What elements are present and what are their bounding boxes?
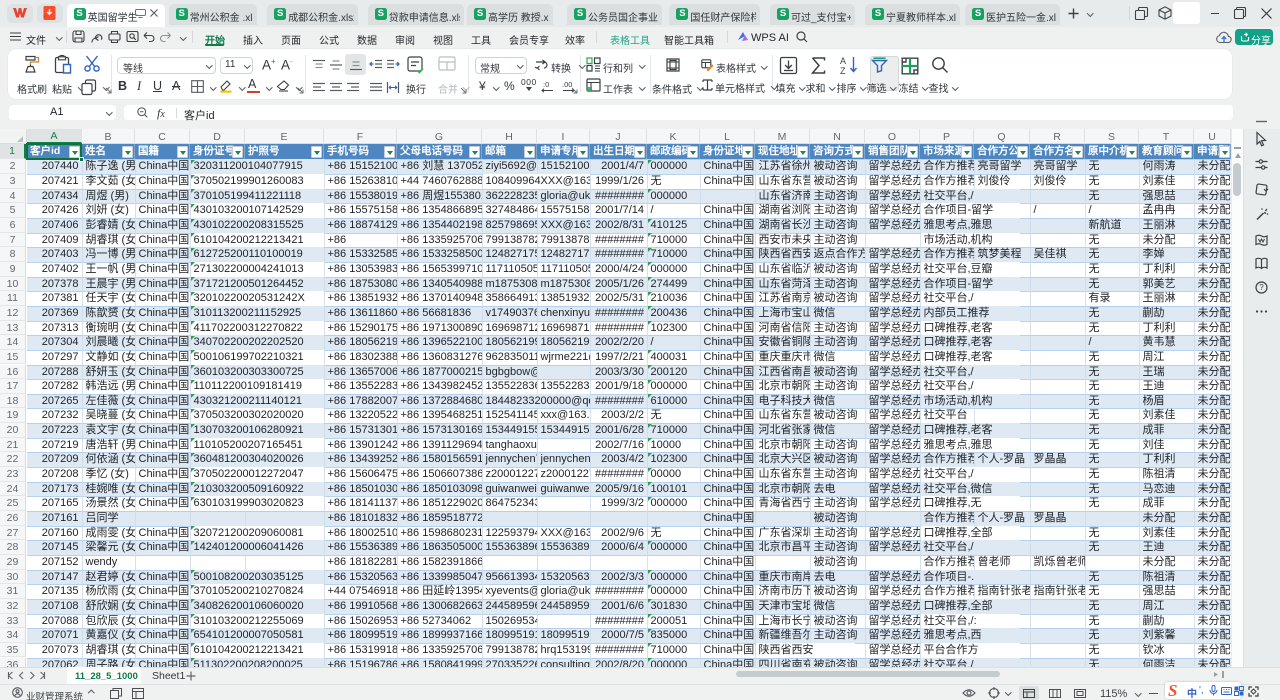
svg-text:Z: Z [840, 66, 846, 76]
svg-text:.00: .00 [562, 80, 572, 89]
svg-text:A: A [840, 56, 846, 66]
svg-text:?: ? [1259, 283, 1264, 292]
svg-text::0: :0 [543, 80, 549, 89]
